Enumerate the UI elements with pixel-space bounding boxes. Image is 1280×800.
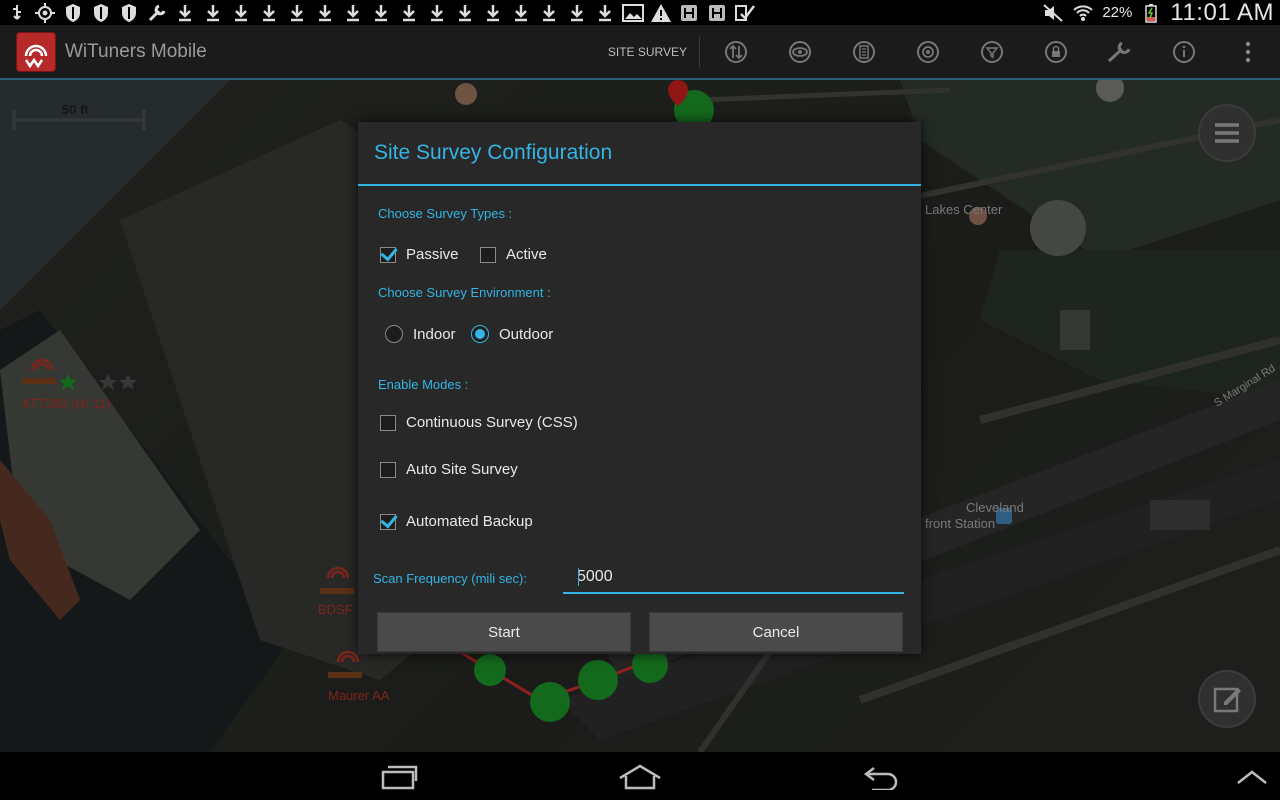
shield-icon [118, 3, 140, 23]
download-icon [314, 3, 336, 23]
passive-checkbox[interactable] [380, 246, 396, 263]
status-bar: 22% 11:01 AM [0, 0, 1280, 26]
active-checkbox[interactable] [480, 246, 496, 263]
automated-backup-checkbox[interactable] [380, 513, 396, 530]
start-button[interactable]: Start [377, 612, 631, 652]
dialog-title: Site Survey Configuration [358, 122, 921, 186]
modes-label: Enable Modes : [378, 377, 469, 392]
download-icon [230, 3, 252, 23]
environment-label: Choose Survey Environment : [378, 285, 551, 300]
warning-icon [650, 3, 672, 23]
usb-icon [6, 3, 28, 23]
navigation-bar [0, 752, 1280, 800]
auto-site-survey-row[interactable]: Auto Site Survey [380, 461, 518, 478]
auto-site-survey-label: Auto Site Survey [406, 461, 518, 478]
download-icon [454, 3, 476, 23]
action-bar-divider [699, 36, 700, 67]
passive-checkbox-row[interactable]: Passive [380, 246, 459, 263]
battery-icon [1140, 3, 1162, 23]
shield-icon [62, 3, 84, 23]
download-icon [342, 3, 364, 23]
passive-label: Passive [406, 246, 459, 263]
lock-icon[interactable] [1024, 25, 1088, 78]
h-icon [706, 3, 728, 23]
home-icon[interactable] [610, 760, 670, 794]
wrench-icon[interactable] [1088, 25, 1152, 78]
outdoor-radio[interactable] [471, 325, 489, 343]
notification-icons [6, 2, 756, 23]
download-icon [286, 3, 308, 23]
gps-icon [34, 2, 56, 23]
download-icon [426, 3, 448, 23]
site-survey-button[interactable]: SITE SURVEY [596, 25, 699, 78]
recent-apps-icon[interactable] [370, 760, 430, 794]
active-checkbox-row[interactable]: Active [480, 246, 547, 263]
action-bar: WiTuners Mobile SITE SURVEY [0, 25, 1280, 80]
app-logo-icon[interactable] [16, 31, 56, 72]
survey-types-label: Choose Survey Types : [378, 206, 513, 221]
chevron-up-icon[interactable] [1222, 760, 1280, 794]
indoor-radio[interactable] [385, 325, 403, 343]
back-icon[interactable] [852, 760, 912, 794]
download-icon [370, 3, 392, 23]
auto-site-survey-checkbox[interactable] [380, 461, 396, 478]
image-icon [622, 3, 644, 23]
filter-icon[interactable] [960, 25, 1024, 78]
battery-percent: 22% [1102, 4, 1133, 21]
scan-frequency-label: Scan Frequency (mili sec): [373, 571, 527, 586]
mute-icon [1042, 3, 1064, 23]
download-icon [594, 3, 616, 23]
overflow-menu-icon[interactable] [1216, 25, 1280, 78]
indoor-label: Indoor [413, 325, 456, 343]
automated-backup-label: Automated Backup [406, 513, 533, 530]
scan-frequency-input[interactable]: 5000 [563, 562, 904, 594]
download-icon [510, 3, 532, 23]
download-icon [258, 3, 280, 23]
transfer-icon[interactable] [704, 25, 768, 78]
outdoor-label: Outdoor [499, 325, 554, 343]
download-icon [174, 3, 196, 23]
continuous-survey-checkbox[interactable] [380, 414, 396, 431]
clock: 11:01 AM [1170, 0, 1274, 26]
target-icon[interactable] [896, 25, 960, 78]
download-icon [202, 3, 224, 23]
outdoor-radio-row[interactable]: Outdoor [471, 325, 553, 343]
wrench-icon [146, 3, 168, 23]
active-label: Active [506, 246, 547, 263]
eye-icon[interactable] [768, 25, 832, 78]
automated-backup-row[interactable]: Automated Backup [380, 513, 533, 530]
indoor-radio-row[interactable]: Indoor [385, 325, 456, 343]
continuous-survey-row[interactable]: Continuous Survey (CSS) [380, 414, 578, 431]
site-survey-config-dialog: Site Survey Configuration Choose Survey … [358, 122, 921, 654]
list-icon[interactable] [832, 25, 896, 78]
download-icon [538, 3, 560, 23]
download-icon [398, 3, 420, 23]
cancel-button[interactable]: Cancel [649, 612, 903, 652]
app-title: WiTuners Mobile [65, 40, 207, 62]
h-icon [678, 3, 700, 23]
info-icon[interactable] [1152, 25, 1216, 78]
download-icon [566, 3, 588, 23]
check-icon [734, 3, 756, 23]
download-icon [482, 3, 504, 23]
shield-icon [90, 3, 112, 23]
continuous-survey-label: Continuous Survey (CSS) [406, 414, 578, 431]
wifi-icon [1072, 3, 1094, 23]
